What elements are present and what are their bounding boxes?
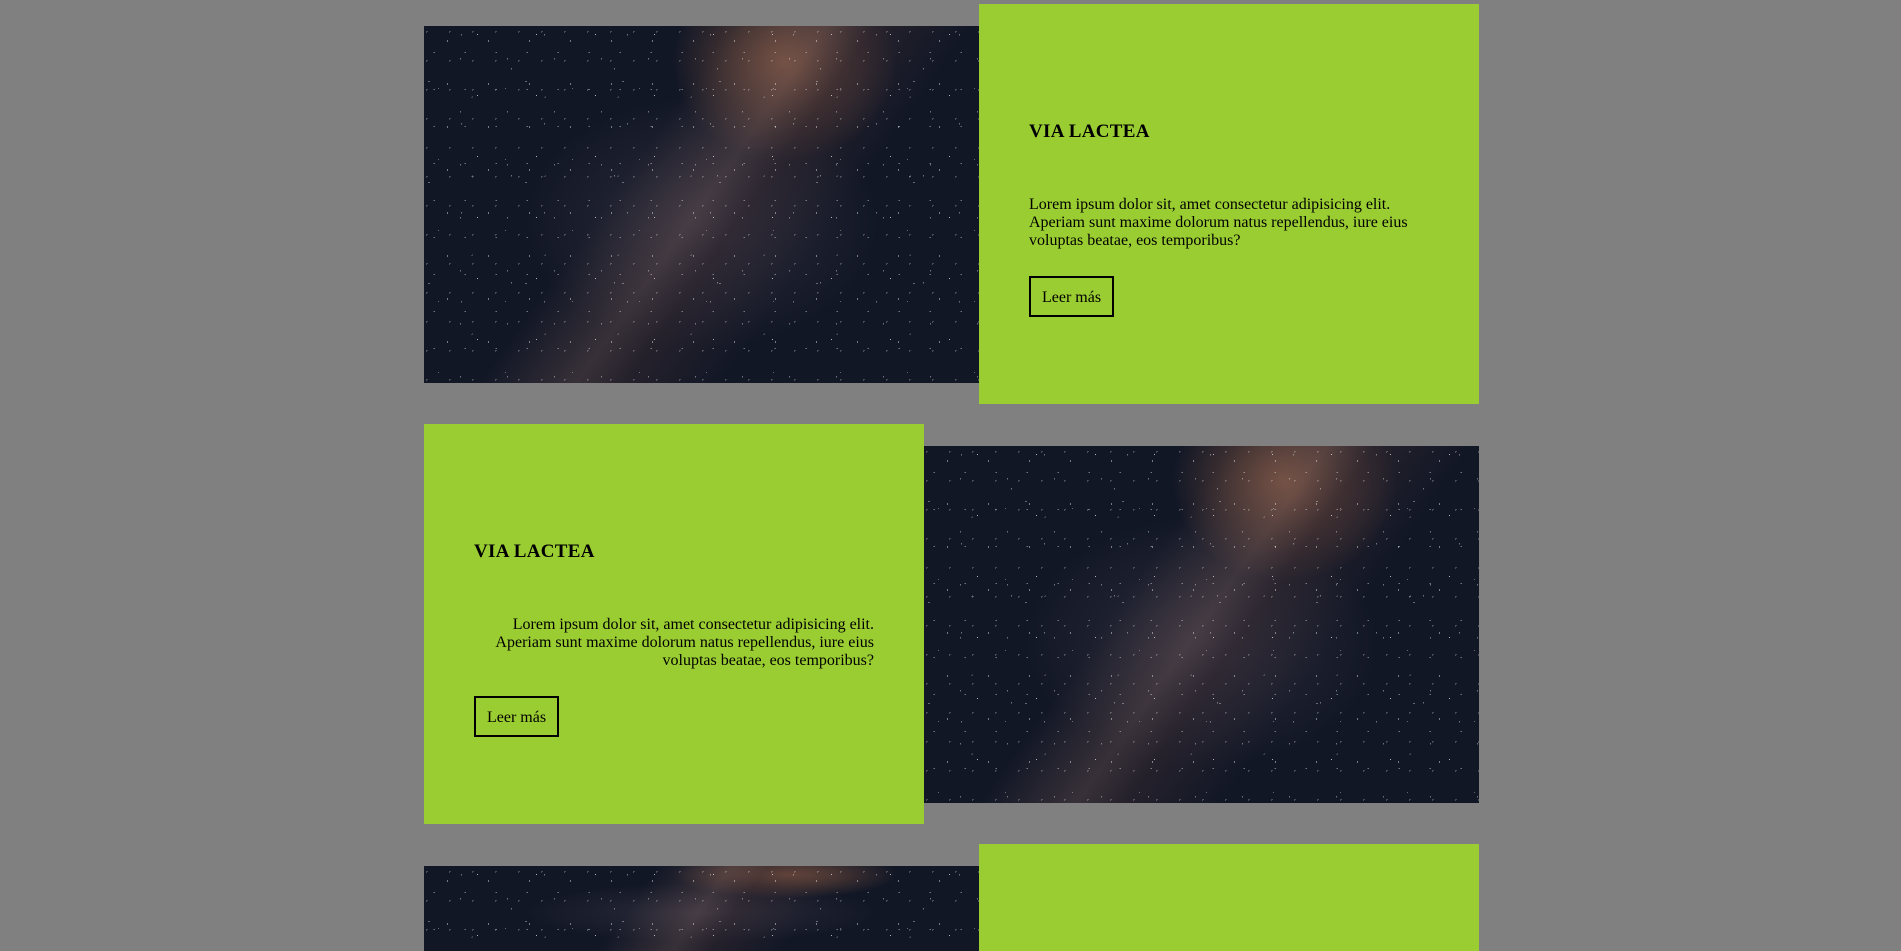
milky-way-image [924,446,1479,803]
milky-way-image [424,26,979,383]
info-card: VIA LACTEA Lorem ipsum dolor sit, amet c… [979,4,1479,404]
card-title: VIA LACTEA [1029,121,1150,142]
card-description: Lorem ipsum dolor sit, amet consectetur … [495,616,874,669]
read-more-button[interactable]: Leer más [474,696,560,737]
milky-way-image [424,866,979,951]
card-title: VIA LACTEA [474,541,595,562]
info-card [979,844,1479,951]
card-description: Lorem ipsum dolor sit, amet consectetur … [1029,196,1408,249]
info-card: VIA LACTEA Lorem ipsum dolor sit, amet c… [424,424,924,824]
read-more-button[interactable]: Leer más [1029,276,1115,317]
